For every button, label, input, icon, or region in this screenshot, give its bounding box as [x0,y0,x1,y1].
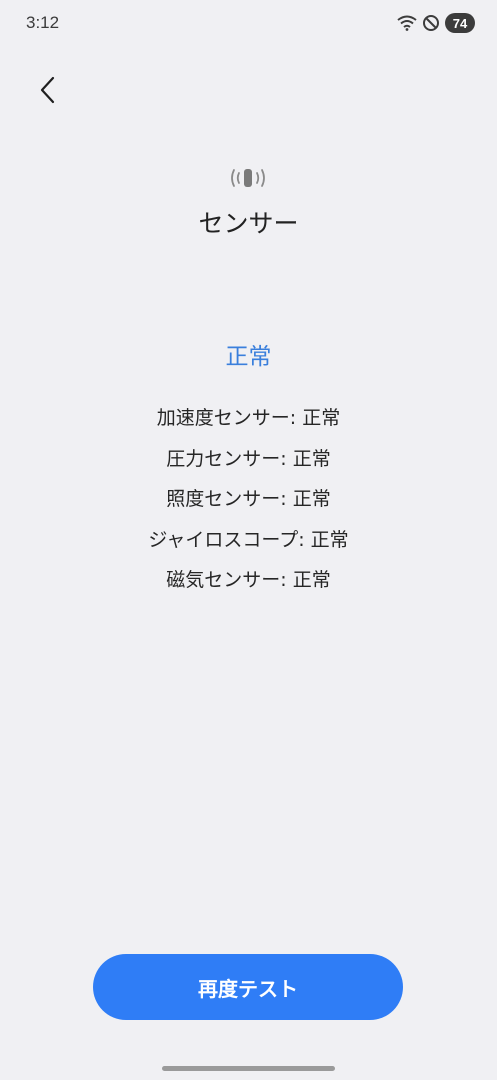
sensor-item-accelerometer: 加速度センサー: 正常 [156,407,341,429]
chevron-left-icon [38,75,58,109]
sensor-item-magnetic: 磁気センサー: 正常 [166,569,331,591]
sensor-item-light: 照度センサー: 正常 [166,488,331,510]
wifi-icon [397,15,417,31]
retest-button[interactable]: 再度テスト [93,954,403,1020]
status-time: 3:12 [26,13,60,32]
vibration-sensor-icon [228,166,268,190]
back-button[interactable] [28,72,68,112]
home-indicator[interactable] [162,1066,335,1071]
do-not-disturb-icon [422,14,440,32]
sensor-item-pressure: 圧力センサー: 正常 [166,447,331,470]
status-bar: 3:12 74 [0,0,497,48]
sensor-item-gyroscope: ジャイロスコープ: 正常 [148,528,349,551]
sensor-list: 加速度センサー: 正常 圧力センサー: 正常 照度センサー: 正常 ジャイロスコ… [0,398,497,601]
page-title: センサー [198,209,299,238]
battery-icon: 74 [445,13,475,33]
status-icons: 74 [397,13,475,33]
overall-status: 正常 [225,344,272,370]
